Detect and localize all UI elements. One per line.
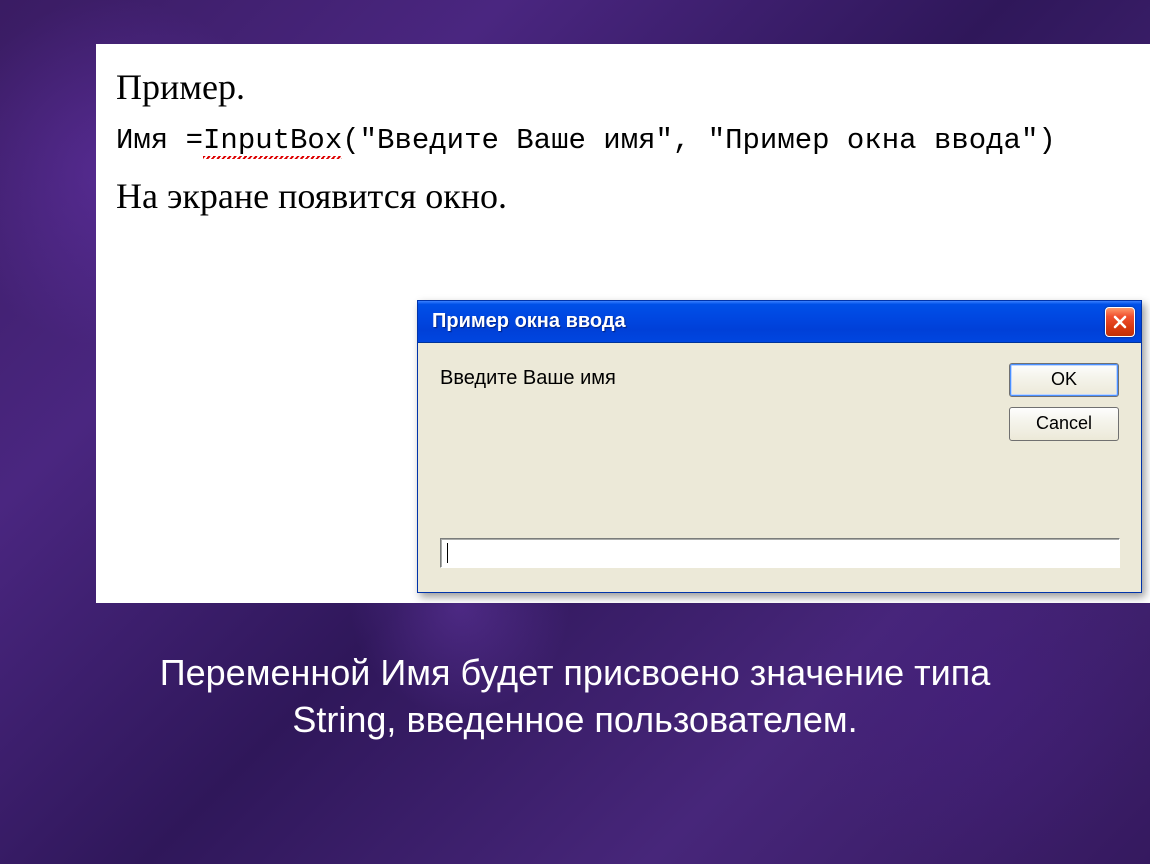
example-heading: Пример.: [116, 66, 1150, 108]
dialog-body: Введите Ваше имя OK Cancel: [418, 343, 1141, 592]
slide-caption: Переменной Имя будет присвоено значение …: [0, 650, 1150, 744]
inputbox-dialog: Пример окна ввода Введите Ваше имя OK Ca…: [417, 300, 1142, 593]
code-function-name: InputBox: [203, 124, 342, 157]
text-caret: [447, 543, 448, 563]
code-line: Имя =InputBox("Введите Ваше имя", "Приме…: [116, 124, 1150, 157]
dialog-prompt: Введите Ваше имя: [440, 367, 616, 390]
close-button[interactable]: [1105, 307, 1135, 337]
result-description: На экране появится окно.: [116, 175, 1150, 217]
spellcheck-underline: [203, 156, 342, 159]
ok-button[interactable]: OK: [1009, 363, 1119, 397]
dialog-titlebar[interactable]: Пример окна ввода: [418, 301, 1141, 343]
document-area: Пример. Имя =InputBox("Введите Ваше имя"…: [96, 44, 1150, 603]
cancel-button[interactable]: Cancel: [1009, 407, 1119, 441]
dialog-title: Пример окна ввода: [432, 310, 626, 333]
code-prefix: Имя =: [116, 124, 203, 157]
close-icon: [1112, 314, 1128, 330]
code-arguments: ("Введите Ваше имя", "Пример окна ввода"…: [342, 124, 1056, 157]
input-field-wrap[interactable]: [440, 538, 1120, 568]
name-input[interactable]: [441, 539, 1119, 567]
